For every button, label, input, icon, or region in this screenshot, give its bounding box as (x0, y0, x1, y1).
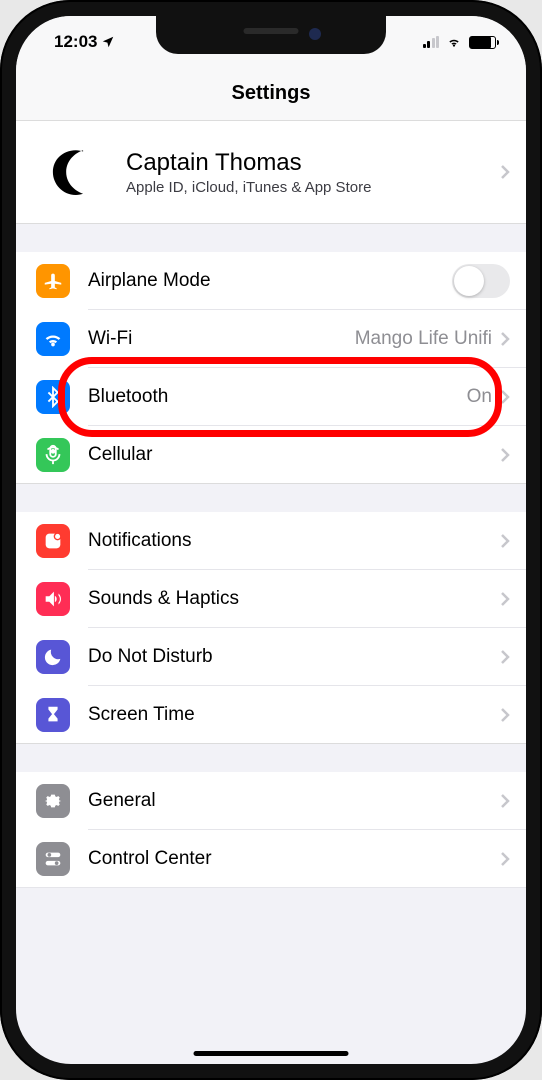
row-label: Sounds & Haptics (88, 588, 500, 610)
row-label: Do Not Disturb (88, 646, 500, 668)
row-label: Wi-Fi (88, 328, 355, 350)
control-center-icon (36, 842, 70, 876)
moon-icon (36, 640, 70, 674)
profile-group: Captain Thomas Apple ID, iCloud, iTunes … (16, 120, 526, 224)
row-label: General (88, 790, 500, 812)
screen-time-row[interactable]: Screen Time (16, 686, 526, 744)
hourglass-icon (36, 698, 70, 732)
airplane-icon (36, 264, 70, 298)
row-label: Bluetooth (88, 386, 467, 408)
chevron-right-icon (500, 331, 510, 347)
row-value: Mango Life Unifi (355, 328, 492, 350)
row-label: Control Center (88, 848, 500, 870)
chevron-right-icon (500, 533, 510, 549)
profile-subtitle: Apple ID, iCloud, iTunes & App Store (126, 179, 500, 196)
row-label: Screen Time (88, 704, 500, 726)
chevron-right-icon (500, 793, 510, 809)
general-row[interactable]: General (16, 772, 526, 830)
cellular-signal-icon (423, 36, 440, 48)
profile-name: Captain Thomas (126, 149, 500, 177)
row-label: Airplane Mode (88, 270, 452, 292)
chevron-right-icon (500, 649, 510, 665)
row-label: Cellular (88, 444, 500, 466)
battery-icon (469, 36, 496, 49)
airplane-mode-row[interactable]: Airplane Mode (16, 252, 526, 310)
bluetooth-row[interactable]: Bluetooth On (16, 368, 526, 426)
page-title: Settings (16, 68, 526, 124)
row-label: Notifications (88, 530, 500, 552)
location-arrow-icon (101, 35, 115, 49)
airplane-toggle[interactable] (452, 264, 510, 298)
gear-icon (36, 784, 70, 818)
notifications-group: Notifications Sounds & Haptics (16, 512, 526, 744)
device-frame: 12:03 Settings Captain Th (0, 0, 542, 1080)
settings-list[interactable]: Captain Thomas Apple ID, iCloud, iTunes … (16, 120, 526, 1064)
home-indicator[interactable] (194, 1051, 349, 1056)
row-value: On (467, 386, 492, 408)
status-time: 12:03 (54, 32, 97, 52)
bluetooth-icon (36, 380, 70, 414)
chevron-right-icon (500, 447, 510, 463)
screen: 12:03 Settings Captain Th (16, 16, 526, 1064)
chevron-right-icon (500, 164, 510, 180)
sounds-row[interactable]: Sounds & Haptics (16, 570, 526, 628)
chevron-right-icon (500, 591, 510, 607)
sounds-icon (36, 582, 70, 616)
chevron-right-icon (500, 389, 510, 405)
chevron-right-icon (500, 707, 510, 723)
cellular-icon (36, 438, 70, 472)
avatar (36, 137, 106, 207)
general-group: General Control Center (16, 772, 526, 888)
notch (156, 16, 386, 54)
cellular-row[interactable]: Cellular (16, 426, 526, 484)
connectivity-group: Airplane Mode Wi-Fi Mango Life Unifi (16, 252, 526, 484)
control-center-row[interactable]: Control Center (16, 830, 526, 888)
notifications-icon (36, 524, 70, 558)
wifi-row[interactable]: Wi-Fi Mango Life Unifi (16, 310, 526, 368)
wifi-status-icon (445, 35, 463, 49)
wifi-icon (36, 322, 70, 356)
dnd-row[interactable]: Do Not Disturb (16, 628, 526, 686)
notifications-row[interactable]: Notifications (16, 512, 526, 570)
apple-id-row[interactable]: Captain Thomas Apple ID, iCloud, iTunes … (16, 121, 526, 224)
chevron-right-icon (500, 851, 510, 867)
